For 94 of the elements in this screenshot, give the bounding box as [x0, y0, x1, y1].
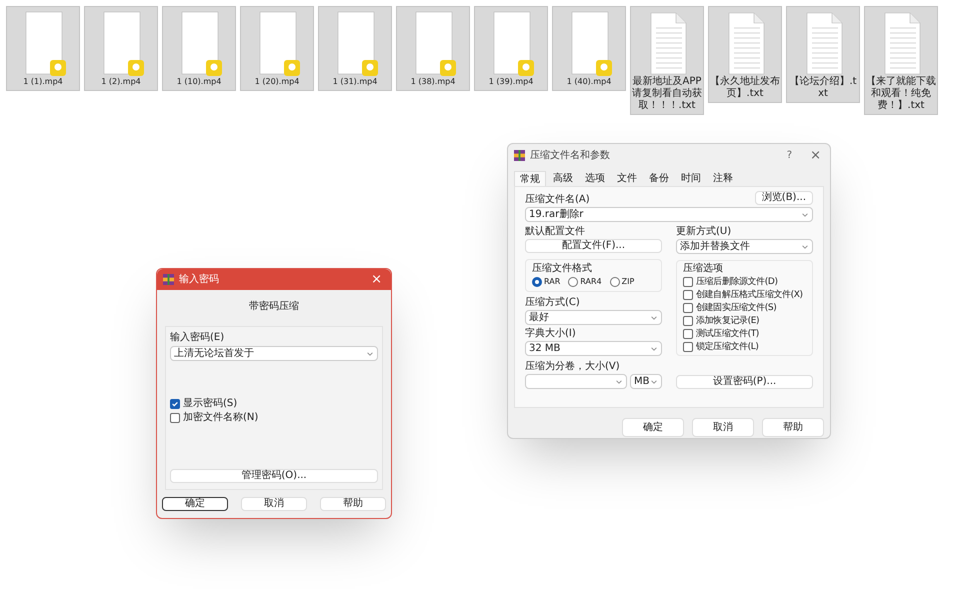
chevron-down-icon — [650, 378, 658, 386]
close-button[interactable]: × — [368, 273, 385, 286]
dialog-button[interactable]: 帮助 — [320, 497, 386, 511]
radio-label: RAR4 — [580, 278, 602, 286]
update-mode-dropdown[interactable]: 添加并替换文件 — [676, 239, 813, 254]
file-tile[interactable]: 1 (31).mp4 — [318, 6, 392, 91]
file-name: 1 (31).mp4 — [332, 76, 378, 88]
field-label: 字典大小(I) — [525, 329, 577, 339]
tab[interactable]: 备份 — [644, 171, 674, 186]
checkbox[interactable] — [683, 316, 693, 326]
chevron-down-icon — [650, 344, 658, 352]
file-name: 1 (39).mp4 — [488, 76, 534, 88]
file-name: 1 (2).mp4 — [101, 76, 141, 88]
checkbox-label: 压缩后删除源文件(D) — [696, 278, 778, 286]
set-password-button[interactable]: 设置密码(P)... — [676, 375, 813, 389]
volume-unit-dropdown[interactable]: MB — [630, 374, 662, 389]
field-label: 压缩选项 — [683, 264, 724, 274]
file-tile[interactable]: 1 (2).mp4 — [84, 6, 158, 91]
file-name: 1 (20).mp4 — [254, 76, 300, 88]
manage-passwords-button[interactable]: 管理密码(O)... — [170, 469, 378, 483]
file-tile[interactable]: 1 (1).mp4 — [6, 6, 80, 91]
archive-app-icon — [514, 150, 525, 160]
window-title: 输入密码 — [179, 272, 220, 287]
chevron-down-icon — [615, 378, 623, 386]
compression-method-dropdown[interactable]: 最好 — [525, 310, 662, 325]
browse-button[interactable]: 浏览(B)... — [754, 191, 813, 205]
file-tile[interactable]: 【论坛介绍】.txt — [786, 6, 860, 103]
file-name: 【论坛介绍】.txt — [788, 76, 858, 100]
tab[interactable]: 高级 — [548, 171, 578, 186]
dialog-heading: 带密码压缩 — [248, 300, 300, 314]
chevron-down-icon — [366, 350, 374, 358]
checkbox-label: 锁定压缩文件(L) — [696, 342, 758, 352]
checkbox[interactable] — [683, 303, 693, 313]
file-name: 1 (10).mp4 — [176, 76, 222, 88]
tab[interactable]: 文件 — [612, 171, 642, 186]
checkbox-label: 测试压缩文件(T) — [696, 330, 759, 338]
chevron-down-icon — [801, 242, 809, 250]
dialog-button[interactable]: 确定 — [622, 418, 684, 437]
file-tile[interactable]: 最新地址及APP请复制看自动获取！！！.txt — [630, 6, 704, 115]
checkbox[interactable] — [170, 413, 180, 423]
file-name: 【来了就能下载和观看！纯免费！】.txt — [865, 76, 937, 112]
radio-label: RAR — [544, 278, 560, 286]
field-label: 输入密码(E) — [170, 333, 226, 343]
window-title: 压缩文件名和参数 — [530, 148, 611, 162]
dialog-button[interactable]: 取消 — [692, 418, 754, 437]
file-tile[interactable]: 1 (40).mp4 — [552, 6, 626, 91]
checkbox[interactable] — [683, 290, 693, 300]
file-name: 最新地址及APP请复制看自动获取！！！.txt — [631, 76, 703, 112]
chevron-down-icon — [650, 314, 658, 322]
file-tile[interactable]: 【永久地址发布页】.txt — [708, 6, 782, 103]
file-tile[interactable]: 【来了就能下载和观看！纯免费！】.txt — [864, 6, 938, 115]
tab[interactable]: 常规 — [514, 171, 546, 186]
field-label: 压缩文件格式 — [532, 264, 593, 274]
file-tile[interactable]: 1 (10).mp4 — [162, 6, 236, 91]
checkbox-label: 创建自解压格式压缩文件(X) — [696, 290, 803, 300]
dialog-button[interactable]: 确定 — [162, 497, 228, 511]
file-name: 1 (40).mp4 — [566, 76, 612, 88]
field-label: 压缩为分卷，大小(V) — [525, 362, 621, 372]
help-button[interactable]: ? — [776, 148, 802, 162]
radio-button[interactable] — [532, 277, 542, 287]
close-button[interactable]: × — [807, 148, 824, 162]
file-tile[interactable]: 1 (38).mp4 — [396, 6, 470, 91]
checkbox-label: 添加恢复记录(E) — [696, 316, 760, 326]
file-tile[interactable]: 1 (20).mp4 — [240, 6, 314, 91]
tab[interactable]: 选项 — [580, 171, 610, 186]
radio-button[interactable] — [610, 277, 620, 287]
checkbox[interactable] — [170, 399, 180, 409]
archive-app-icon — [163, 274, 174, 285]
field-label: 压缩方式(C) — [525, 298, 581, 308]
radio-button[interactable] — [568, 277, 578, 287]
field-label: 更新方式(U) — [676, 227, 732, 237]
volume-size-field[interactable] — [525, 374, 627, 389]
tab[interactable]: 时间 — [676, 171, 706, 186]
dictionary-size-dropdown[interactable]: 32 MB — [525, 341, 662, 356]
field-label: 默认配置文件 — [525, 227, 586, 237]
checkbox-label: 创建固实压缩文件(S) — [696, 304, 776, 312]
profiles-button[interactable]: 配置文件(F)... — [525, 239, 662, 253]
file-tile[interactable]: 1 (39).mp4 — [474, 6, 548, 91]
dialog-button[interactable]: 取消 — [241, 497, 307, 511]
checkbox[interactable] — [683, 277, 693, 287]
file-name: 1 (38).mp4 — [410, 76, 456, 88]
checkbox-label: 加密文件名称(N) — [183, 413, 258, 423]
field-label: 压缩文件名(A) — [525, 195, 590, 205]
radio-label: ZIP — [622, 278, 634, 286]
file-name: 【永久地址发布页】.txt — [709, 76, 781, 100]
dialog-button[interactable]: 帮助 — [762, 418, 824, 437]
password-field[interactable]: 上清无论坛首发于 — [170, 346, 378, 361]
tab[interactable]: 注释 — [708, 171, 738, 186]
file-name: 1 (1).mp4 — [23, 76, 63, 88]
checkbox[interactable] — [683, 329, 693, 339]
checkbox-label: 显示密码(S) — [183, 399, 238, 409]
archive-name-field[interactable]: 19.rar删除r — [525, 207, 813, 222]
chevron-down-icon — [801, 210, 809, 218]
checkbox[interactable] — [683, 342, 693, 352]
